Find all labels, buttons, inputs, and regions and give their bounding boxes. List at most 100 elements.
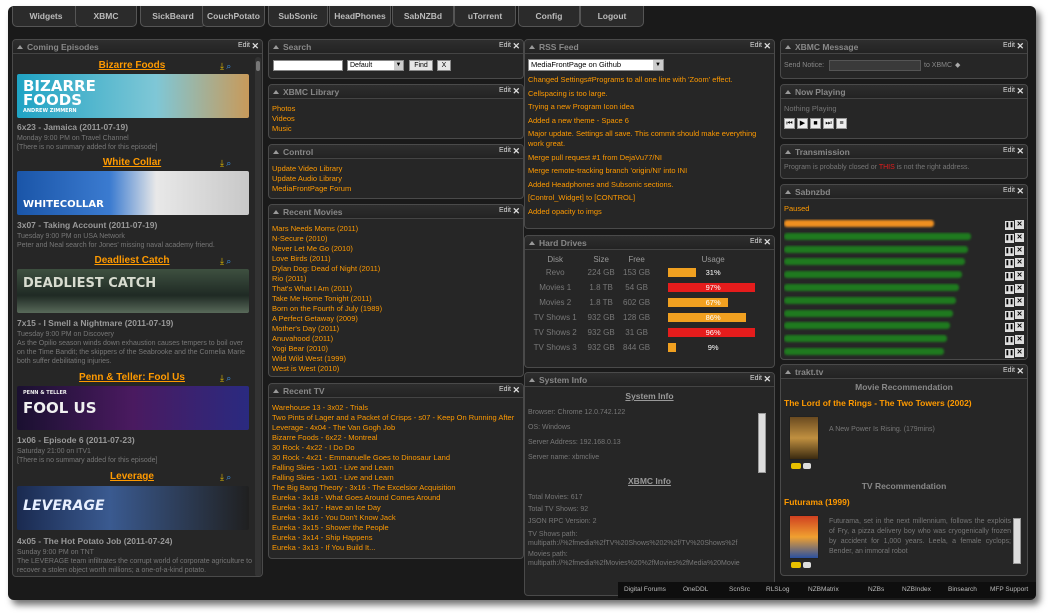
edit-button[interactable]: Edit bbox=[499, 386, 511, 393]
close-icon[interactable]: ✕ bbox=[1016, 41, 1024, 52]
panel-header[interactable]: XBMC Message Edit ✕ bbox=[781, 40, 1027, 54]
edit-button[interactable]: Edit bbox=[238, 42, 250, 49]
movie-link[interactable]: Love Birds (2011) bbox=[272, 254, 520, 264]
delete-icon[interactable]: ✕ bbox=[1015, 296, 1024, 306]
close-icon[interactable]: ✕ bbox=[763, 237, 771, 248]
edit-button[interactable]: Edit bbox=[1003, 87, 1015, 94]
panel-header[interactable]: Transmission Edit ✕ bbox=[781, 145, 1027, 159]
queue-item[interactable] bbox=[784, 257, 1003, 267]
nav-couchpotato[interactable]: CouchPotato bbox=[202, 6, 265, 27]
tv-episode-link[interactable]: Two Pints of Lager and a Packet of Crisp… bbox=[272, 413, 520, 423]
pause-icon[interactable]: ❚❚ bbox=[1005, 221, 1014, 230]
show-title[interactable]: Leverage bbox=[17, 471, 247, 482]
chevron-down-icon[interactable]: ▼ bbox=[653, 60, 663, 70]
movie-link[interactable]: Never Let Me Go (2010) bbox=[272, 244, 520, 254]
movie-link[interactable]: Dylan Dog: Dead of Night (2011) bbox=[272, 264, 520, 274]
panel-header[interactable]: trakt.tv Edit ✕ bbox=[781, 365, 1027, 379]
pause-icon[interactable]: ❚❚ bbox=[1005, 233, 1014, 243]
tv-episode-link[interactable]: 30 Rock - 4x21 - Emmanuelle Goes to Dino… bbox=[272, 453, 520, 463]
edit-button[interactable]: Edit bbox=[499, 42, 511, 49]
collapse-arrow-icon[interactable] bbox=[785, 370, 791, 374]
recommended-movie-title[interactable]: The Lord of the Rings - The Two Towers (… bbox=[784, 398, 972, 408]
footer-link[interactable]: Binsearch bbox=[948, 586, 977, 593]
pause-icon[interactable]: ❚❚ bbox=[1005, 297, 1014, 307]
search-icon[interactable]: ⌕ bbox=[226, 61, 231, 71]
show-title[interactable]: Penn & Teller: Fool Us bbox=[17, 372, 247, 383]
collapse-arrow-icon[interactable] bbox=[785, 190, 791, 194]
collapse-arrow-icon[interactable] bbox=[785, 150, 791, 154]
panel-header[interactable]: XBMC Library Edit ✕ bbox=[269, 85, 523, 99]
panel-header[interactable]: System Info Edit ✕ bbox=[525, 373, 774, 387]
recommended-show-title[interactable]: Futurama (1999) bbox=[784, 497, 850, 507]
tv-episode-link[interactable]: Leverage - 4x04 - The Van Gogh Job bbox=[272, 423, 520, 433]
download-icon[interactable]: ⤓ bbox=[220, 256, 224, 266]
send-icon[interactable]: ◆ bbox=[955, 61, 960, 69]
search-icon[interactable]: ⌕ bbox=[226, 373, 231, 383]
edit-button[interactable]: Edit bbox=[1003, 367, 1015, 374]
panel-header[interactable]: Search Edit ✕ bbox=[269, 40, 523, 54]
close-icon[interactable]: ✕ bbox=[763, 374, 771, 385]
movie-link[interactable]: Rio (2011) bbox=[272, 274, 520, 284]
playlist-icon[interactable]: ≡ bbox=[836, 118, 847, 129]
pause-icon[interactable]: ❚❚ bbox=[1005, 310, 1014, 320]
nav-sabnzbd[interactable]: SabNZBd bbox=[392, 6, 454, 27]
close-icon[interactable]: ✕ bbox=[763, 41, 771, 52]
queue-item[interactable] bbox=[784, 219, 1003, 229]
rss-item[interactable]: Added Headphones and Subsonic sections. bbox=[528, 180, 771, 190]
chevron-down-icon[interactable]: ▼ bbox=[394, 61, 403, 70]
delete-icon[interactable]: ✕ bbox=[1015, 348, 1024, 357]
rating-icon[interactable] bbox=[791, 561, 813, 568]
movie-link[interactable]: Anuvahood (2011) bbox=[272, 334, 520, 344]
rss-item[interactable]: Merge pull request #1 from DejaVu77/NI bbox=[528, 153, 771, 163]
tv-episode-link[interactable]: Warehouse 13 - 3x02 - Trials bbox=[272, 403, 520, 413]
queue-item[interactable] bbox=[784, 347, 1003, 357]
delete-icon[interactable]: ✕ bbox=[1015, 284, 1024, 293]
rss-item[interactable]: Cellspacing is too large. bbox=[528, 89, 771, 99]
tv-episode-link[interactable]: Eureka - 3x16 - You Don't Know Jack bbox=[272, 513, 520, 523]
rss-source-select[interactable]: MediaFrontPage on Github ▼ bbox=[528, 59, 664, 71]
play-icon[interactable]: ▶ bbox=[797, 118, 808, 129]
rss-item[interactable]: Changed Settings#Programs to all one lin… bbox=[528, 75, 771, 85]
show-title[interactable]: White Collar bbox=[17, 157, 247, 168]
nav-xbmc[interactable]: XBMC bbox=[75, 6, 137, 27]
delete-icon[interactable]: ✕ bbox=[1015, 232, 1024, 242]
footer-link[interactable]: NZBIndex bbox=[902, 586, 931, 593]
search-icon[interactable]: ⌕ bbox=[226, 472, 231, 482]
close-icon[interactable]: ✕ bbox=[1016, 86, 1024, 97]
pause-icon[interactable]: ❚❚ bbox=[1005, 349, 1014, 358]
nav-utorrent[interactable]: uTorrent bbox=[454, 6, 516, 27]
movie-link[interactable]: That's What I Am (2011) bbox=[272, 284, 520, 294]
clear-button[interactable]: X bbox=[437, 60, 451, 71]
panel-header[interactable]: Now Playing Edit ✕ bbox=[781, 85, 1027, 99]
download-icon[interactable]: ⤓ bbox=[220, 373, 224, 383]
tv-episode-link[interactable]: Eureka - 3x18 - What Goes Around Comes A… bbox=[272, 493, 520, 503]
delete-icon[interactable]: ✕ bbox=[1015, 220, 1024, 229]
collapse-arrow-icon[interactable] bbox=[785, 90, 791, 94]
scrollbar-thumb[interactable] bbox=[256, 61, 260, 71]
rss-item[interactable]: Added opacity to imgs bbox=[528, 207, 771, 217]
close-icon[interactable]: ✕ bbox=[1016, 186, 1024, 197]
download-icon[interactable]: ⤓ bbox=[220, 61, 224, 71]
next-icon[interactable]: ⏭ bbox=[823, 118, 834, 129]
stop-icon[interactable]: ■ bbox=[810, 118, 821, 129]
queue-item[interactable] bbox=[784, 283, 1003, 293]
search-icon[interactable]: ⌕ bbox=[226, 158, 231, 168]
this-link[interactable]: THIS bbox=[879, 164, 895, 171]
scrollbar[interactable] bbox=[1013, 518, 1021, 564]
nav-widgets[interactable]: Widgets bbox=[12, 6, 80, 27]
close-icon[interactable]: ✕ bbox=[1016, 366, 1024, 377]
tv-episode-link[interactable]: Eureka - 3x15 - Shower the People bbox=[272, 523, 520, 533]
movie-link[interactable]: Born on the Fourth of July (1989) bbox=[272, 304, 520, 314]
queue-item[interactable] bbox=[784, 296, 1003, 306]
download-icon[interactable]: ⤓ bbox=[220, 158, 224, 168]
nav-headphones[interactable]: HeadPhones bbox=[329, 6, 391, 27]
pause-icon[interactable]: ❚❚ bbox=[1005, 259, 1014, 269]
pause-icon[interactable]: ❚❚ bbox=[1005, 246, 1014, 256]
movie-link[interactable]: Yogi Bear (2010) bbox=[272, 344, 520, 354]
close-icon[interactable]: ✕ bbox=[251, 41, 259, 52]
rating-icon[interactable] bbox=[791, 462, 813, 469]
panel-header[interactable]: Hard Drives Edit ✕ bbox=[525, 236, 774, 250]
mfp-forum-link[interactable]: MediaFrontPage Forum bbox=[272, 184, 520, 194]
panel-header[interactable]: Sabnzbd Edit ✕ bbox=[781, 185, 1027, 199]
notice-input[interactable] bbox=[829, 60, 921, 71]
